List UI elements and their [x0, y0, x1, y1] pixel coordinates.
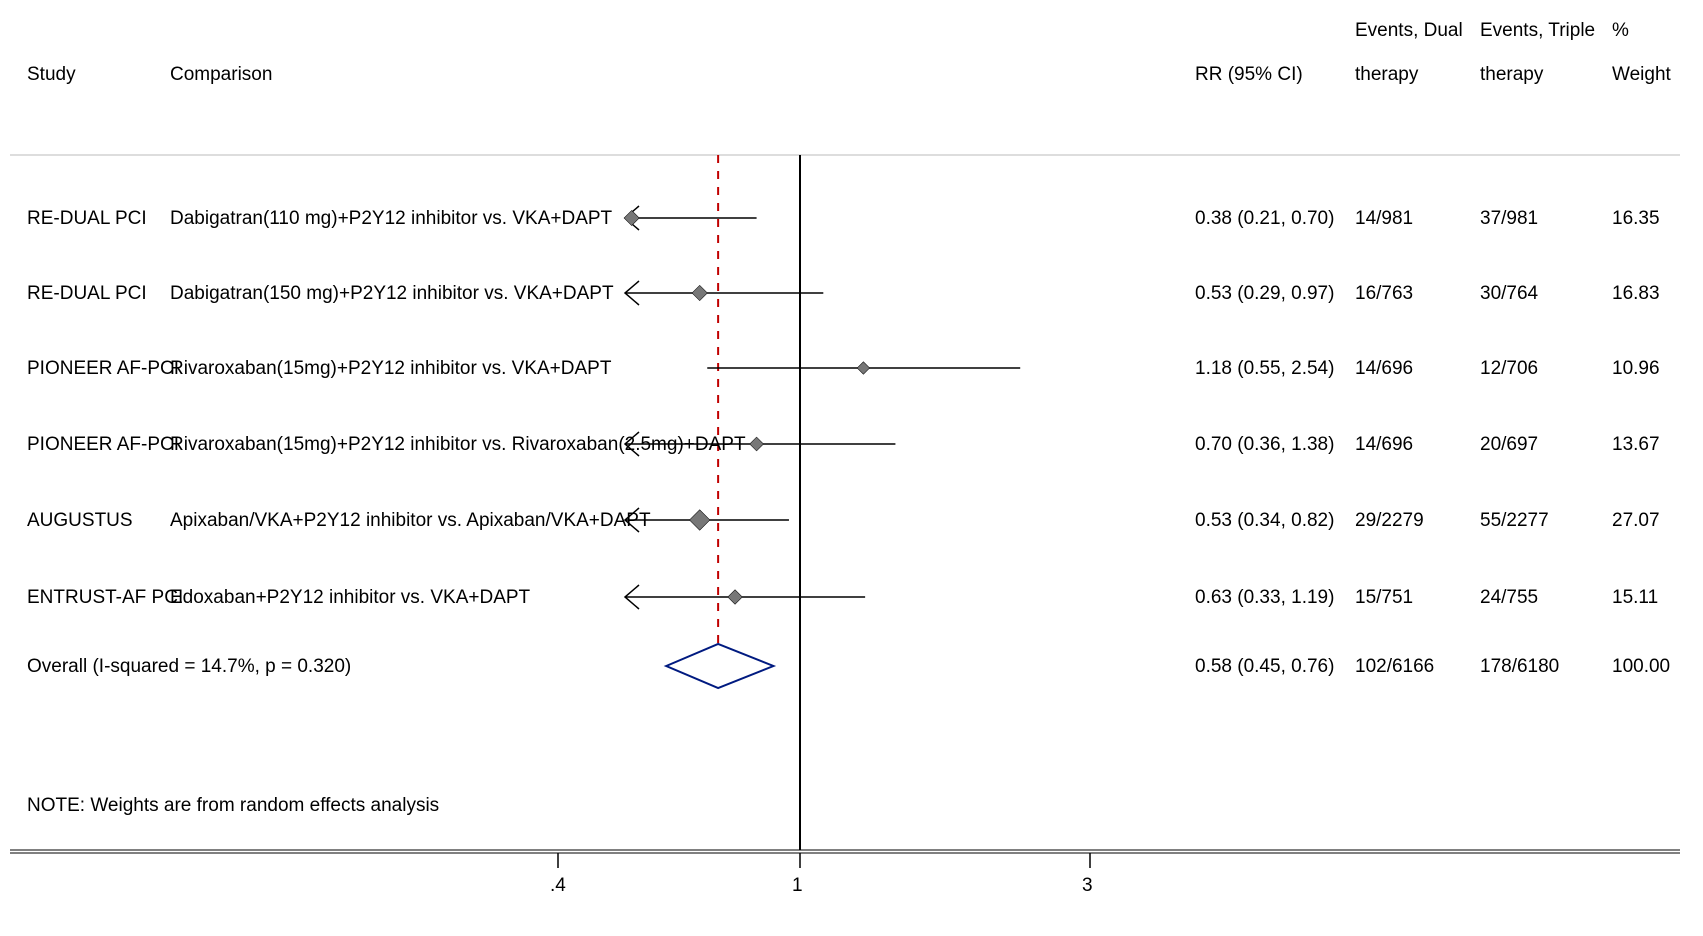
- forest-plot-figure: Study Comparison RR (95% CI) Events, Dual th…: [0, 0, 1703, 936]
- col-header-triple-l1: Events, Triple: [1480, 20, 1595, 42]
- rr-ci: 1.18 (0.55, 2.54): [1195, 358, 1334, 380]
- study-name: ENTRUST-AF PCI: [27, 587, 183, 609]
- weight-pct: 16.83: [1612, 283, 1660, 305]
- events-dual: 14/981: [1355, 208, 1413, 230]
- comparison-text: Rivaroxaban(15mg)+P2Y12 inhibitor vs. VK…: [170, 358, 611, 380]
- overall-weight: 100.00: [1612, 656, 1670, 678]
- events-triple: 55/2277: [1480, 510, 1549, 532]
- comparison-text: Rivaroxaban(15mg)+P2Y12 inhibitor vs. Ri…: [170, 434, 746, 456]
- col-header-triple-l2: therapy: [1480, 64, 1543, 86]
- col-header-study: Study: [27, 64, 76, 86]
- overall-triple: 178/6180: [1480, 656, 1559, 678]
- rr-ci: 0.38 (0.21, 0.70): [1195, 208, 1334, 230]
- weight-pct: 15.11: [1612, 587, 1658, 609]
- events-dual: 14/696: [1355, 358, 1413, 380]
- events-dual: 15/751: [1355, 587, 1413, 609]
- comparison-text: Dabigatran(110 mg)+P2Y12 inhibitor vs. V…: [170, 208, 612, 230]
- weight-pct: 10.96: [1612, 358, 1660, 380]
- rr-ci: 0.70 (0.36, 1.38): [1195, 434, 1334, 456]
- rr-ci: 0.63 (0.33, 1.19): [1195, 587, 1334, 609]
- overall-dual: 102/6166: [1355, 656, 1434, 678]
- events-triple: 30/764: [1480, 283, 1538, 305]
- axis-tick-label: 3: [1082, 875, 1093, 897]
- study-name: RE-DUAL PCI: [27, 283, 147, 305]
- study-name: PIONEER AF-PCI: [27, 358, 179, 380]
- comparison-text: Dabigatran(150 mg)+P2Y12 inhibitor vs. V…: [170, 283, 614, 305]
- events-dual: 14/696: [1355, 434, 1413, 456]
- overall-rr: 0.58 (0.45, 0.76): [1195, 656, 1334, 678]
- col-header-dual-l1: Events, Dual: [1355, 20, 1463, 42]
- col-header-dual-l2: therapy: [1355, 64, 1418, 86]
- comparison-text: Edoxaban+P2Y12 inhibitor vs. VKA+DAPT: [170, 587, 530, 609]
- events-triple: 20/697: [1480, 434, 1538, 456]
- weight-pct: 13.67: [1612, 434, 1660, 456]
- events-triple: 12/706: [1480, 358, 1538, 380]
- study-name: AUGUSTUS: [27, 510, 133, 532]
- col-header-weight: Weight: [1612, 64, 1671, 86]
- axis-tick-label: .4: [550, 875, 566, 897]
- comparison-text: Apixaban/VKA+P2Y12 inhibitor vs. Apixaba…: [170, 510, 651, 532]
- events-triple: 37/981: [1480, 208, 1538, 230]
- events-dual: 29/2279: [1355, 510, 1424, 532]
- study-name: RE-DUAL PCI: [27, 208, 147, 230]
- events-triple: 24/755: [1480, 587, 1538, 609]
- weight-pct: 16.35: [1612, 208, 1660, 230]
- rr-ci: 0.53 (0.29, 0.97): [1195, 283, 1334, 305]
- axis-tick-label: 1: [792, 875, 803, 897]
- col-header-pct: %: [1612, 20, 1629, 42]
- overall-label: Overall (I-squared = 14.7%, p = 0.320): [27, 656, 351, 678]
- events-dual: 16/763: [1355, 283, 1413, 305]
- rr-ci: 0.53 (0.34, 0.82): [1195, 510, 1334, 532]
- col-header-comparison: Comparison: [170, 64, 272, 86]
- col-header-rr: RR (95% CI): [1195, 64, 1303, 86]
- footnote: NOTE: Weights are from random effects an…: [27, 795, 439, 817]
- study-name: PIONEER AF-PCI: [27, 434, 179, 456]
- weight-pct: 27.07: [1612, 510, 1660, 532]
